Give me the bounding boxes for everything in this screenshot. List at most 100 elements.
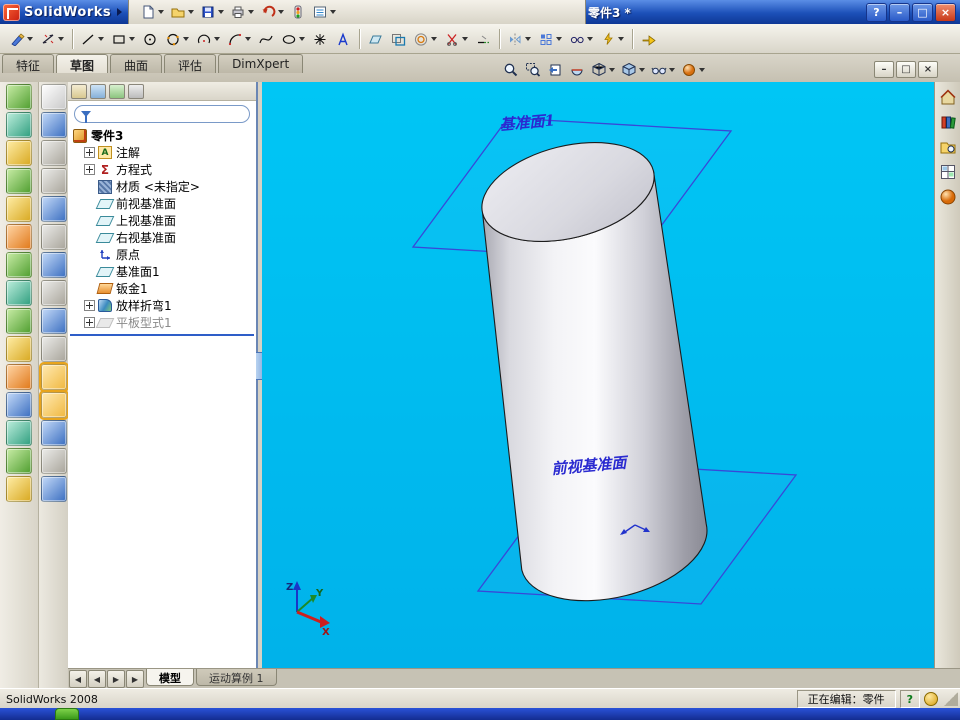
tree-item-material[interactable]: 材质 <未指定> <box>68 178 256 195</box>
corner-rectangle-icon[interactable] <box>109 27 138 51</box>
shadows-in-shaded-icon[interactable] <box>40 448 67 474</box>
base-flange-icon[interactable] <box>6 84 32 110</box>
status-help-badge[interactable]: ? <box>899 690 920 708</box>
shaded-with-edges-icon[interactable] <box>38 362 69 392</box>
tab-scroll-next-button[interactable]: ▶ <box>107 670 125 688</box>
tab-scroll-first-button[interactable]: ◀ <box>69 670 87 688</box>
shaded-icon[interactable] <box>38 390 69 420</box>
tree-item-lofted-bend1[interactable]: 放样折弯1 <box>68 297 256 314</box>
display-delete-relations-icon[interactable] <box>567 27 596 51</box>
forming-tool-icon[interactable] <box>6 364 32 390</box>
appearances-icon[interactable] <box>678 62 708 78</box>
filter-input[interactable] <box>95 107 243 121</box>
view-palette-icon[interactable] <box>938 162 958 182</box>
tab-motion-study[interactable]: 运动算例 1 <box>196 669 277 686</box>
hide-show-items-icon[interactable] <box>648 62 678 78</box>
dimxpertmanager-tab-icon[interactable] <box>128 83 144 99</box>
print-button[interactable] <box>228 1 256 23</box>
select-icon[interactable] <box>40 84 67 110</box>
unfold-icon[interactable] <box>6 448 32 474</box>
featuremanager-tab-icon[interactable] <box>71 83 87 99</box>
tab-sketch[interactable]: 草图 <box>56 54 109 73</box>
spline-icon[interactable] <box>256 27 277 51</box>
tab-features[interactable]: 特征 <box>2 54 55 73</box>
standard-views-icon[interactable] <box>40 280 67 306</box>
plane-icon[interactable] <box>365 27 386 51</box>
section-view-icon[interactable] <box>566 62 588 78</box>
pan-icon[interactable] <box>40 252 67 278</box>
centerpoint-arc-icon[interactable] <box>194 27 223 51</box>
rollback-bar[interactable] <box>70 334 254 336</box>
start-button[interactable] <box>55 708 79 720</box>
sketched-bend-icon[interactable] <box>6 280 32 306</box>
tree-item-plane1[interactable]: 基准面1 <box>68 263 256 280</box>
expand-icon[interactable] <box>84 317 95 328</box>
offset-entities-icon[interactable] <box>411 27 440 51</box>
previous-view-icon[interactable] <box>544 62 566 78</box>
tab-scroll-prev-button[interactable]: ◀ <box>88 670 106 688</box>
tree-item-top-plane[interactable]: 上视基准面 <box>68 212 256 229</box>
view-orientation-icon[interactable] <box>588 62 618 78</box>
doc-close-button[interactable]: × <box>918 61 938 78</box>
text-icon[interactable] <box>333 27 354 51</box>
tree-item-origin[interactable]: 原点 <box>68 246 256 263</box>
rotate-view-icon[interactable] <box>40 224 67 250</box>
close-button[interactable]: × <box>935 3 956 22</box>
expand-icon[interactable] <box>84 147 95 158</box>
rebuild-button[interactable] <box>288 1 308 23</box>
new-document-button[interactable] <box>138 1 166 23</box>
tab-evaluate[interactable]: 评估 <box>164 54 217 73</box>
ellipse-icon[interactable] <box>279 27 308 51</box>
tangent-arc-icon[interactable] <box>225 27 254 51</box>
help-button[interactable]: ? <box>866 3 887 22</box>
open-document-button[interactable] <box>168 1 196 23</box>
convert-entities-icon[interactable] <box>388 27 409 51</box>
save-button[interactable] <box>198 1 226 23</box>
zoom-to-fit-icon[interactable] <box>500 62 522 78</box>
configurationmanager-tab-icon[interactable] <box>109 83 125 99</box>
line-icon[interactable] <box>78 27 107 51</box>
wireframe-icon[interactable] <box>40 308 67 334</box>
tree-item-part-root[interactable]: 零件3 <box>68 127 256 144</box>
trim-entities-icon[interactable] <box>442 27 471 51</box>
tree-item-annotations[interactable]: 注解 <box>68 144 256 161</box>
extruded-cut-icon[interactable] <box>6 392 32 418</box>
section-view-icon[interactable] <box>40 420 67 446</box>
doc-minimize-button[interactable]: – <box>874 61 894 78</box>
zoom-to-area-icon[interactable] <box>40 168 67 194</box>
camera-view-icon[interactable] <box>40 476 67 502</box>
tree-item-equations[interactable]: 方程式 <box>68 161 256 178</box>
extend-entities-icon[interactable] <box>473 27 494 51</box>
smart-dimension-icon[interactable] <box>38 27 67 51</box>
point-icon[interactable] <box>310 27 331 51</box>
tab-dimxpert[interactable]: DimXpert <box>218 54 304 73</box>
tab-scroll-last-button[interactable]: ▶ <box>126 670 144 688</box>
maximize-button[interactable]: □ <box>912 3 933 22</box>
tab-surfaces[interactable]: 曲面 <box>110 54 163 73</box>
break-corner-icon[interactable] <box>6 336 32 362</box>
circle-icon[interactable] <box>140 27 161 51</box>
miter-flange-icon[interactable] <box>6 196 32 222</box>
zoom-in-out-icon[interactable] <box>40 196 67 222</box>
hidden-lines-visible-icon[interactable] <box>40 336 67 362</box>
doc-restore-button[interactable]: □ <box>896 61 916 78</box>
sketch-icon[interactable] <box>7 27 36 51</box>
mirror-entities-icon[interactable] <box>505 27 534 51</box>
zoom-to-fit-icon[interactable] <box>40 140 67 166</box>
edge-flange-icon[interactable] <box>6 168 32 194</box>
closed-corner-icon[interactable] <box>6 308 32 334</box>
file-explorer-icon[interactable] <box>938 137 958 157</box>
tree-item-sheet-metal1[interactable]: 钣金1 <box>68 280 256 297</box>
undo-button[interactable] <box>258 1 286 23</box>
display-style-icon[interactable] <box>618 62 648 78</box>
solidworks-resources-icon[interactable] <box>938 87 958 107</box>
previous-view-icon[interactable] <box>40 112 67 138</box>
linear-sketch-pattern-icon[interactable] <box>536 27 565 51</box>
lofted-bend-icon[interactable] <box>6 140 32 166</box>
jog-icon[interactable] <box>6 252 32 278</box>
design-library-icon[interactable] <box>938 112 958 132</box>
tab-model[interactable]: 模型 <box>146 669 194 686</box>
convert-to-sheet-metal-icon[interactable] <box>6 112 32 138</box>
hem-icon[interactable] <box>6 224 32 250</box>
minimize-button[interactable]: – <box>889 3 910 22</box>
